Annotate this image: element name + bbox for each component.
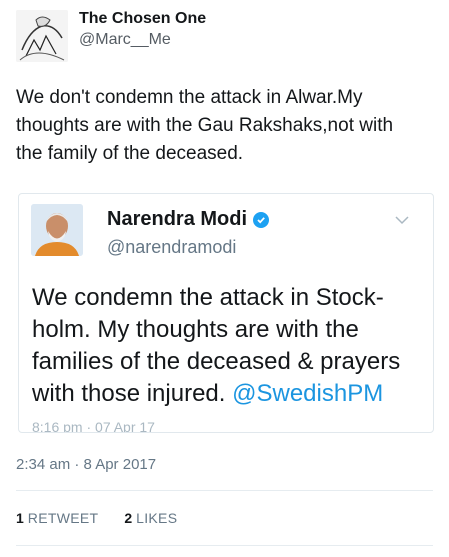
verified-badge-icon — [253, 211, 270, 228]
likes-label: LIKES — [136, 510, 178, 526]
author-avatar[interactable] — [16, 10, 68, 62]
divider — [16, 490, 433, 491]
quoted-author-handle[interactable]: @narendramodi — [107, 237, 236, 258]
author-handle[interactable]: @Marc__Me — [79, 31, 171, 49]
likes-count: 2 — [124, 510, 133, 526]
tweet-text: We don't condemn the attack in Alwar.My … — [16, 84, 436, 168]
quoted-text-line: holm. My thoughts are with the — [32, 316, 359, 343]
tweet-text-line: We don't condemn the attack in Alwar.My — [16, 87, 363, 108]
mention-link[interactable]: @SwedishPM — [232, 380, 383, 407]
quoted-text-line: with those injured. — [32, 380, 233, 407]
quoted-tweet-text: We condemn the attack in Stock- holm. My… — [32, 282, 428, 410]
portrait-avatar-icon — [31, 204, 83, 256]
retweets-label: RETWEET — [27, 510, 99, 526]
quoted-tweet-timestamp: 8:16 pm · 07 Apr 17 — [32, 419, 155, 433]
sketch-avatar-icon — [16, 10, 68, 62]
chevron-down-icon[interactable] — [395, 212, 409, 230]
quoted-text-line: families of the deceased & prayers — [32, 348, 401, 375]
quoted-author-name[interactable]: Narendra Modi — [107, 208, 247, 231]
tweet-timestamp[interactable]: 2:34 am · 8 Apr 2017 — [16, 456, 156, 473]
retweets-count: 1 — [16, 510, 24, 526]
tweet-text-line: the family of the deceased. — [16, 143, 244, 164]
tweet-stats: 1 RETWEET 2 LIKES — [16, 510, 177, 526]
quoted-author-name-row[interactable]: Narendra Modi — [107, 208, 270, 231]
quoted-text-line: We condemn the attack in Stock- — [32, 284, 384, 311]
author-name[interactable]: The Chosen One — [79, 10, 206, 28]
quoted-tweet-card[interactable]: Narendra Modi @narendramodi We condemn t… — [18, 193, 434, 433]
quoted-text-line-last: with those injured. @SwedishPM — [32, 378, 428, 410]
quoted-author-avatar[interactable] — [31, 204, 83, 256]
divider — [16, 545, 433, 546]
tweet-text-line: thoughts are with the Gau Rakshaks,not w… — [16, 115, 394, 136]
likes-stat[interactable]: 2 LIKES — [124, 510, 177, 526]
retweets-stat[interactable]: 1 RETWEET — [16, 510, 98, 526]
